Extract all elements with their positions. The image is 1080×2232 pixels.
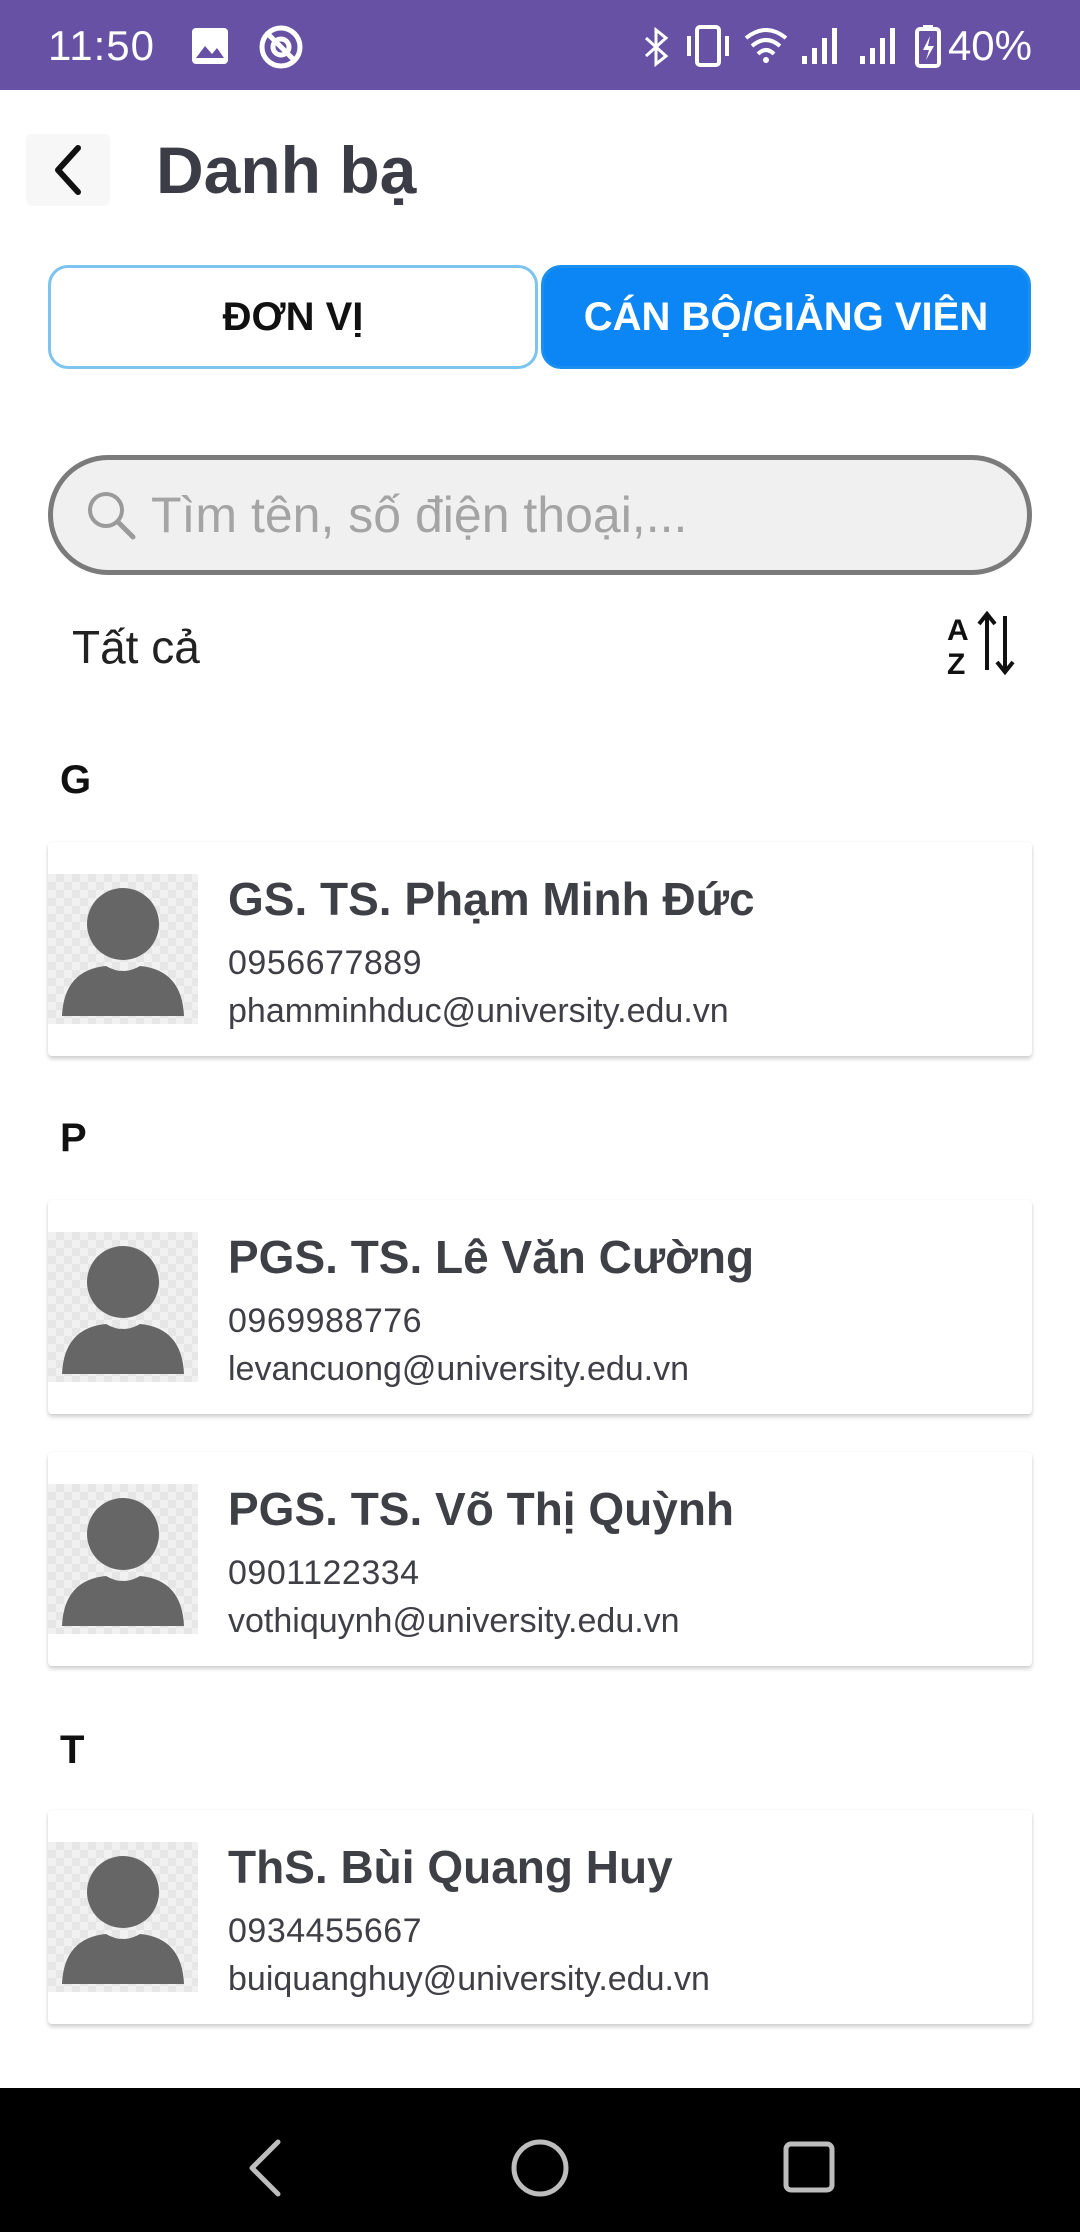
battery-icon	[915, 25, 941, 68]
contact-name: PGS. TS. Võ Thị Quỳnh	[228, 1483, 735, 1535]
bluetooth-icon	[644, 26, 669, 68]
section-header-g: G	[60, 758, 92, 802]
nav-recents-icon[interactable]	[770, 2128, 850, 2208]
contact-email: buiquanghuy@university.edu.vn	[228, 1960, 710, 1998]
signal-icon	[802, 28, 837, 64]
sync-off-icon	[259, 25, 303, 69]
contact-email: levancuong@university.edu.vn	[228, 1350, 690, 1388]
signal-icon	[860, 28, 895, 64]
section-header-t: T	[60, 1728, 85, 1772]
section-header-p: P	[60, 1116, 87, 1160]
nav-back-icon[interactable]	[228, 2128, 308, 2208]
system-navigation-bar	[0, 2088, 1080, 2232]
chevron-left-icon	[55, 145, 81, 195]
image-icon	[192, 28, 228, 64]
contact-name: PGS. TS. Lê Văn Cường	[228, 1231, 755, 1283]
filter-dropdown[interactable]: Tất cả	[72, 620, 200, 674]
wifi-icon	[744, 28, 788, 63]
contact-card[interactable]: PGS. TS. Lê Văn Cường 0969988776 levancu…	[48, 1200, 1032, 1414]
person-icon	[62, 1498, 184, 1626]
contact-phone: 0969988776	[228, 1302, 423, 1340]
avatar	[48, 1484, 198, 1634]
contact-name: ThS. Bùi Quang Huy	[228, 1841, 673, 1893]
svg-text:Z: Z	[947, 648, 965, 678]
person-icon	[62, 1856, 184, 1984]
contact-card[interactable]: ThS. Bùi Quang Huy 0934455667 buiquanghu…	[48, 1810, 1032, 2024]
vibrate-icon	[687, 25, 729, 67]
contact-name: GS. TS. Phạm Minh Đức	[228, 873, 755, 925]
search-input[interactable]	[149, 485, 993, 545]
contact-card[interactable]: PGS. TS. Võ Thị Quỳnh 0901122334 vothiqu…	[48, 1452, 1032, 1666]
sort-az-icon[interactable]: A Z	[945, 608, 1015, 678]
contact-phone: 0901122334	[228, 1554, 420, 1592]
back-button[interactable]	[26, 134, 110, 206]
contact-email: phamminhduc@university.edu.vn	[228, 992, 729, 1030]
search-bar[interactable]	[48, 455, 1032, 575]
avatar	[48, 874, 198, 1024]
svg-text:A: A	[947, 614, 969, 647]
contact-phone: 0956677889	[228, 944, 423, 982]
avatar	[48, 1842, 198, 1992]
contact-card[interactable]: GS. TS. Phạm Minh Đức 0956677889 phammin…	[48, 842, 1032, 1056]
battery-percentage: 40%	[947, 22, 1032, 69]
person-icon	[62, 888, 184, 1016]
status-bar: 11:50 40%	[0, 0, 1080, 90]
search-icon	[88, 492, 136, 540]
avatar	[48, 1232, 198, 1382]
nav-home-icon[interactable]	[500, 2128, 580, 2208]
contact-phone: 0934455667	[228, 1912, 423, 1950]
contact-email: vothiquynh@university.edu.vn	[228, 1602, 680, 1640]
tab-units[interactable]: ĐƠN VỊ	[48, 265, 538, 369]
page-title: Danh bạ	[156, 133, 417, 207]
person-icon	[62, 1246, 184, 1374]
tab-staff-lecturers[interactable]: CÁN BỘ/GIẢNG VIÊN	[541, 265, 1031, 369]
status-time: 11:50	[48, 22, 155, 69]
